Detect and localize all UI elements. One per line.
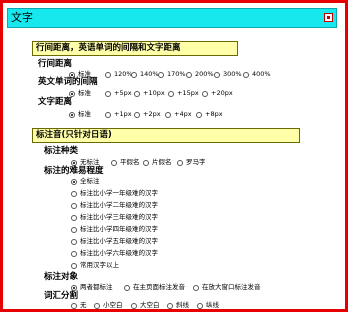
- ruby-type-label: 标注种类: [44, 146, 79, 156]
- radio-icon[interactable]: [71, 226, 77, 233]
- radio-icon[interactable]: [71, 250, 77, 257]
- word-spacing-option[interactable]: +20px: [202, 88, 233, 99]
- char-spacing-option[interactable]: +2px: [134, 109, 161, 120]
- char-spacing-option[interactable]: +1px: [105, 109, 132, 120]
- radio-icon[interactable]: [243, 71, 249, 78]
- line-spacing-option[interactable]: 170%: [158, 69, 186, 80]
- window-title: 文字: [11, 11, 33, 24]
- radio-icon[interactable]: [158, 71, 164, 78]
- radio-icon[interactable]: [197, 302, 203, 309]
- difficulty-option[interactable]: 标注比小学二年级难的汉字: [71, 200, 158, 211]
- char-spacing-option[interactable]: 标准: [69, 109, 91, 120]
- segmentation-option[interactable]: 大空白: [131, 300, 160, 311]
- char-spacing-option[interactable]: +8px: [196, 109, 223, 120]
- word-spacing-option[interactable]: 标准: [69, 88, 91, 99]
- radio-icon[interactable]: [193, 284, 199, 291]
- word-spacing-option[interactable]: +10px: [134, 88, 165, 99]
- settings-window: 文字 行间距离，英语单词的间隔和文字距离 行间距离 标准 120% 140% 1…: [0, 0, 348, 312]
- radio-icon[interactable]: [105, 71, 111, 78]
- radio-icon[interactable]: [177, 159, 183, 166]
- difficulty-option[interactable]: 标注比小学五年级难的汉字: [71, 236, 158, 247]
- segmentation-option[interactable]: 无: [71, 300, 87, 311]
- radio-icon[interactable]: [105, 111, 111, 118]
- radio-icon[interactable]: [134, 90, 140, 97]
- word-spacing-option[interactable]: +15px: [168, 88, 199, 99]
- radio-icon[interactable]: [105, 90, 111, 97]
- radio-icon[interactable]: [71, 214, 77, 221]
- radio-icon[interactable]: [111, 159, 117, 166]
- radio-icon[interactable]: [131, 71, 137, 78]
- radio-icon[interactable]: [94, 302, 100, 309]
- ruby-target-option[interactable]: 在放大窗口标注发音: [193, 282, 261, 293]
- radio-icon[interactable]: [186, 71, 192, 78]
- segmentation-option[interactable]: 小空白: [94, 300, 123, 311]
- radio-icon[interactable]: [165, 111, 171, 118]
- word-spacing-option[interactable]: +5px: [105, 88, 132, 99]
- difficulty-option[interactable]: 标注比小学一年级难的汉字: [71, 188, 158, 199]
- settings-content: 行间距离，英语单词的间隔和文字距离 行间距离 标准 120% 140% 170%…: [7, 29, 337, 309]
- section-heading-ruby: 标注音(只针对日语): [32, 128, 300, 143]
- difficulty-option[interactable]: 标注比小学四年级难的汉字: [71, 224, 158, 235]
- difficulty-option[interactable]: 全标注: [71, 176, 100, 187]
- char-spacing-label: 文字距离: [38, 97, 73, 107]
- difficulty-option[interactable]: 标注比小学六年级难的汉字: [71, 248, 158, 259]
- char-spacing-option[interactable]: +4px: [165, 109, 192, 120]
- segmentation-option[interactable]: 纵线: [197, 300, 219, 311]
- radio-icon[interactable]: [168, 90, 174, 97]
- close-icon[interactable]: [324, 13, 333, 22]
- line-spacing-option[interactable]: 200%: [186, 69, 214, 80]
- ruby-type-option[interactable]: 片假名: [143, 157, 172, 168]
- ruby-target-option[interactable]: 在主页面标注发音: [124, 282, 185, 293]
- line-spacing-option[interactable]: 140%: [131, 69, 159, 80]
- line-spacing-option[interactable]: 400%: [243, 69, 271, 80]
- section-heading-spacing: 行间距离，英语单词的间隔和文字距离: [32, 41, 238, 56]
- radio-icon[interactable]: [71, 202, 77, 209]
- radio-icon[interactable]: [134, 111, 140, 118]
- radio-icon[interactable]: [71, 238, 77, 245]
- ruby-type-option[interactable]: 平假名: [111, 157, 140, 168]
- radio-icon[interactable]: [167, 302, 173, 309]
- radio-icon[interactable]: [143, 159, 149, 166]
- radio-icon[interactable]: [124, 284, 130, 291]
- radio-icon[interactable]: [131, 302, 137, 309]
- segmentation-option[interactable]: 斜线: [167, 300, 189, 311]
- radio-icon[interactable]: [202, 90, 208, 97]
- radio-selected-icon[interactable]: [69, 111, 75, 118]
- line-spacing-option[interactable]: 120%: [105, 69, 133, 80]
- radio-selected-icon[interactable]: [71, 178, 77, 185]
- radio-icon[interactable]: [71, 190, 77, 197]
- word-spacing-label: 英文单词的间隔: [38, 77, 98, 87]
- radio-icon[interactable]: [196, 111, 202, 118]
- radio-icon[interactable]: [71, 302, 77, 309]
- radio-icon[interactable]: [71, 262, 77, 269]
- difficulty-option[interactable]: 标注比小学三年级难的汉字: [71, 212, 158, 223]
- line-spacing-option[interactable]: 300%: [214, 69, 242, 80]
- difficulty-option[interactable]: 常用汉字以上: [71, 260, 119, 271]
- title-bar: 文字: [7, 8, 337, 28]
- radio-icon[interactable]: [214, 71, 220, 78]
- line-spacing-label: 行间距离: [38, 59, 73, 69]
- ruby-type-option[interactable]: 罗马字: [177, 157, 206, 168]
